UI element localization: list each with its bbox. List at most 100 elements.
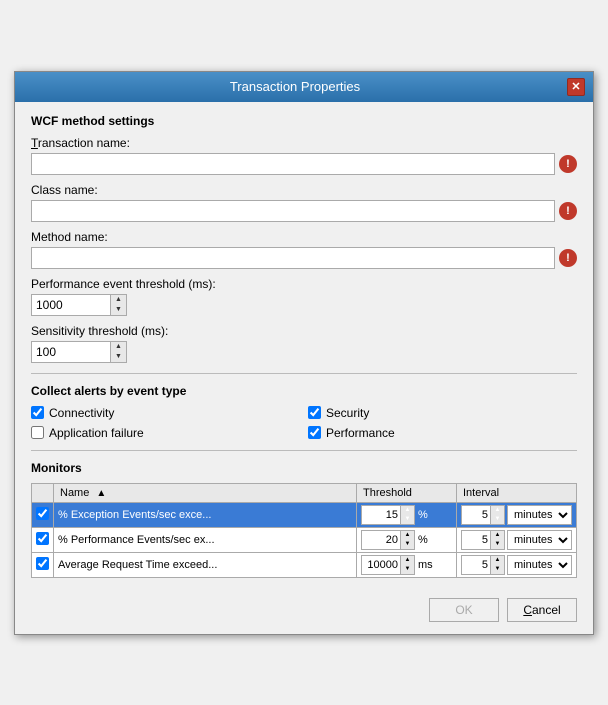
transaction-name-row: ! (31, 153, 577, 175)
method-name-input[interactable] (31, 247, 555, 269)
row-0-interval-input[interactable] (461, 505, 491, 525)
transaction-name-input[interactable] (31, 153, 555, 175)
dialog-title: Transaction Properties (23, 79, 567, 94)
interval-up[interactable]: ▲ (491, 556, 504, 565)
row-0-threshold-spinner: ▲▼ (401, 505, 415, 525)
row-0-interval-spinner: ▲▼ (491, 505, 505, 525)
monitors-header-row: Name ▲ Threshold Interval (32, 483, 577, 502)
row-2-threshold-cell: ▲▼ ms (357, 552, 457, 577)
transaction-name-label: Transaction name: (31, 136, 577, 150)
row-1-interval-input[interactable] (461, 530, 491, 550)
row-1-threshold-input[interactable] (361, 530, 401, 550)
security-checkbox[interactable] (308, 406, 321, 419)
alerts-section-title: Collect alerts by event type (31, 384, 577, 398)
thresh-up[interactable]: ▲ (401, 531, 414, 540)
row-0-checkbox-cell (32, 502, 54, 527)
class-name-label: Class name: (31, 183, 577, 197)
row-0-interval-cell: ▲▼minuteshoursdays (457, 502, 577, 527)
row-2-threshold-unit: ms (418, 559, 433, 571)
row-1-checkbox[interactable] (36, 532, 49, 545)
class-name-error-icon: ! (559, 202, 577, 220)
thresh-down[interactable]: ▼ (401, 565, 414, 574)
perf-threshold-down[interactable]: ▼ (111, 305, 126, 315)
separator-2 (31, 450, 577, 451)
monitors-table: Name ▲ Threshold Interval % Exception Ev… (31, 483, 577, 578)
sensitivity-threshold-up[interactable]: ▲ (111, 342, 126, 352)
appfailure-checkbox-item: Application failure (31, 426, 300, 440)
class-name-row: ! (31, 200, 577, 222)
row-1-name: % Performance Events/sec ex... (54, 527, 357, 552)
thresh-up[interactable]: ▲ (401, 556, 414, 565)
table-row: Average Request Time exceed...▲▼ ms▲▼min… (32, 552, 577, 577)
col-threshold: Threshold (357, 483, 457, 502)
interval-down[interactable]: ▼ (491, 515, 504, 524)
row-0-interval-unit-select[interactable]: minuteshoursdays (507, 505, 572, 525)
perf-threshold-wrap: ▲ ▼ (31, 294, 577, 316)
appfailure-label: Application failure (49, 426, 144, 440)
security-label: Security (326, 406, 369, 420)
interval-down[interactable]: ▼ (491, 565, 504, 574)
security-checkbox-item: Security (308, 406, 577, 420)
thresh-down[interactable]: ▼ (401, 540, 414, 549)
performance-label: Performance (326, 426, 395, 440)
transaction-properties-dialog: Transaction Properties ✕ WCF method sett… (14, 71, 594, 635)
sensitivity-threshold-spinner: ▲ ▼ (111, 341, 127, 363)
sensitivity-threshold-label: Sensitivity threshold (ms): (31, 324, 577, 338)
dialog-body: WCF method settings Transaction name: ! … (15, 102, 593, 590)
row-2-interval-spinner: ▲▼ (491, 555, 505, 575)
row-2-checkbox[interactable] (36, 557, 49, 570)
row-1-threshold-spinner: ▲▼ (401, 530, 415, 550)
monitors-section: Monitors Name ▲ Threshold Interval % Exc… (31, 461, 577, 578)
monitors-section-title: Monitors (31, 461, 577, 475)
table-row: % Performance Events/sec ex...▲▼ %▲▼minu… (32, 527, 577, 552)
table-row: % Exception Events/sec exce...▲▼ %▲▼minu… (32, 502, 577, 527)
ok-button[interactable]: OK (429, 598, 499, 622)
row-1-threshold-cell: ▲▼ % (357, 527, 457, 552)
wcf-section-title: WCF method settings (31, 114, 577, 128)
row-2-interval-unit-select[interactable]: minuteshoursdays (507, 555, 572, 575)
row-0-checkbox[interactable] (36, 507, 49, 520)
row-1-interval-unit-select[interactable]: minuteshoursdays (507, 530, 572, 550)
row-0-threshold-input[interactable] (361, 505, 401, 525)
title-bar: Transaction Properties ✕ (15, 72, 593, 102)
appfailure-checkbox[interactable] (31, 426, 44, 439)
connectivity-checkbox[interactable] (31, 406, 44, 419)
sensitivity-threshold-down[interactable]: ▼ (111, 352, 126, 362)
interval-up[interactable]: ▲ (491, 506, 504, 515)
row-2-interval-input[interactable] (461, 555, 491, 575)
close-button[interactable]: ✕ (567, 78, 585, 96)
col-name[interactable]: Name ▲ (54, 483, 357, 502)
perf-threshold-spinner: ▲ ▼ (111, 294, 127, 316)
row-0-threshold-unit: % (418, 509, 428, 521)
row-0-threshold-cell: ▲▼ % (357, 502, 457, 527)
thresh-down[interactable]: ▼ (401, 515, 414, 524)
method-name-row: ! (31, 247, 577, 269)
row-2-interval-cell: ▲▼minuteshoursdays (457, 552, 577, 577)
row-1-checkbox-cell (32, 527, 54, 552)
interval-up[interactable]: ▲ (491, 531, 504, 540)
row-2-name: Average Request Time exceed... (54, 552, 357, 577)
thresh-up[interactable]: ▲ (401, 506, 414, 515)
row-2-threshold-spinner: ▲▼ (401, 555, 415, 575)
row-1-interval-spinner: ▲▼ (491, 530, 505, 550)
performance-checkbox-item: Performance (308, 426, 577, 440)
sensitivity-threshold-wrap: ▲ ▼ (31, 341, 577, 363)
sort-icon: ▲ (96, 488, 106, 499)
row-1-threshold-unit: % (418, 534, 428, 546)
interval-down[interactable]: ▼ (491, 540, 504, 549)
method-name-label: Method name: (31, 230, 577, 244)
row-2-threshold-input[interactable] (361, 555, 401, 575)
sensitivity-threshold-input[interactable] (31, 341, 111, 363)
alerts-checkbox-group: Connectivity Security Application failur… (31, 406, 577, 440)
method-name-error-icon: ! (559, 249, 577, 267)
cancel-button[interactable]: Cancel (507, 598, 577, 622)
connectivity-checkbox-item: Connectivity (31, 406, 300, 420)
perf-threshold-up[interactable]: ▲ (111, 295, 126, 305)
dialog-footer: OK Cancel (15, 590, 593, 634)
col-interval: Interval (457, 483, 577, 502)
row-0-name: % Exception Events/sec exce... (54, 502, 357, 527)
performance-checkbox[interactable] (308, 426, 321, 439)
row-1-interval-cell: ▲▼minuteshoursdays (457, 527, 577, 552)
perf-threshold-input[interactable] (31, 294, 111, 316)
class-name-input[interactable] (31, 200, 555, 222)
